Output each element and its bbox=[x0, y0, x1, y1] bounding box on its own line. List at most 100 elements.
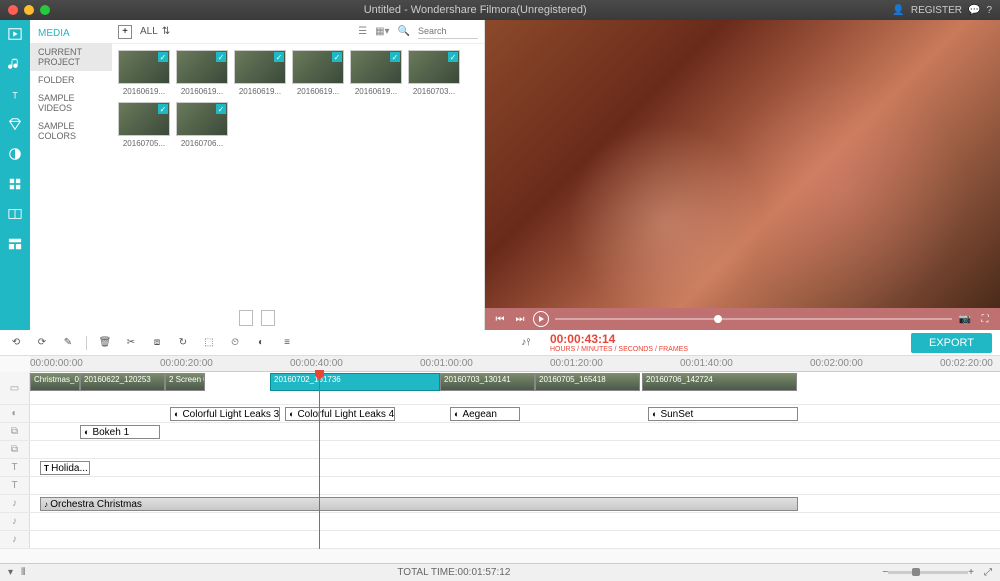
ruler-tick: 00:00:40:00 bbox=[290, 358, 343, 369]
elements-tab-icon[interactable] bbox=[7, 176, 23, 192]
close-window[interactable] bbox=[8, 5, 18, 15]
marker-icon[interactable]: ⦀ bbox=[21, 567, 25, 578]
media-thumb[interactable]: 20160703... bbox=[408, 50, 460, 96]
tree-folder[interactable]: FOLDER bbox=[30, 71, 112, 89]
filters-tab-icon[interactable] bbox=[7, 116, 23, 132]
chevron-updown-icon: ⇅ bbox=[162, 26, 170, 37]
filter-clip[interactable]: SunSet bbox=[648, 407, 798, 421]
title-clip[interactable]: Holida... bbox=[40, 461, 90, 475]
media-thumb[interactable]: 20160619... bbox=[176, 50, 228, 96]
grid-view-icon[interactable]: ▦▾ bbox=[375, 26, 389, 37]
pip-clip[interactable]: Bokeh 1 bbox=[80, 425, 160, 439]
timeline: ▭ Christmas_0720160622_1202532 Screen 0 2… bbox=[0, 372, 1000, 549]
pip-track-icon[interactable]: ⧉ bbox=[0, 423, 30, 440]
pip-lane[interactable]: Bokeh 1 bbox=[30, 423, 1000, 440]
video-lane[interactable]: Christmas_0720160622_1202532 Screen 0 201… bbox=[30, 372, 1000, 404]
video-clip[interactable]: 20160702_131736 bbox=[270, 373, 440, 391]
rotate-icon[interactable]: ↻ bbox=[175, 335, 191, 351]
record-icon[interactable]: ⬚ bbox=[201, 335, 217, 351]
user-icon: 👤 bbox=[892, 5, 904, 16]
collapse-icon[interactable]: ▾ bbox=[8, 567, 13, 578]
fullscreen-icon[interactable]: ⛶ bbox=[978, 312, 992, 326]
video-track: ▭ Christmas_0720160622_1202532 Screen 0 2… bbox=[0, 372, 1000, 405]
filter-dropdown[interactable]: ALL⇅ bbox=[140, 26, 170, 37]
add-media-button[interactable]: + bbox=[118, 25, 132, 39]
titlebar: Untitled - Wondershare Filmora(Unregiste… bbox=[0, 0, 1000, 20]
search-input[interactable] bbox=[418, 25, 478, 39]
audio-clip[interactable]: ♪ Orchestra Christmas bbox=[40, 497, 798, 511]
minimize-window[interactable] bbox=[24, 5, 34, 15]
fit-icon[interactable]: ⤢ bbox=[984, 567, 992, 578]
media-thumb[interactable]: 20160706... bbox=[176, 102, 228, 148]
delete-icon[interactable] bbox=[261, 310, 275, 326]
audio-lane[interactable]: ♪ Orchestra Christmas bbox=[30, 495, 1000, 512]
video-clip[interactable]: 20160705_165418 bbox=[535, 373, 640, 391]
video-clip[interactable]: 2 Screen 0 bbox=[165, 373, 205, 391]
tree-current-project[interactable]: CURRENT PROJECT bbox=[30, 43, 112, 71]
zoom-slider[interactable] bbox=[888, 571, 968, 574]
timeline-ruler[interactable]: 00:00:00:00 00:00:20:00 00:00:40:00 00:0… bbox=[30, 356, 1000, 372]
filter-clip[interactable]: Colorful Light Leaks 4 bbox=[285, 407, 395, 421]
undo-icon[interactable]: ⟲ bbox=[8, 335, 24, 351]
tree-sample-videos[interactable]: SAMPLE VIDEOS bbox=[30, 89, 112, 117]
bottom-bar: ▾ ⦀ TOTAL TIME:00:01:57:12 − + ⤢ bbox=[0, 563, 1000, 581]
text-lane[interactable]: Holida... bbox=[30, 459, 1000, 476]
text-track-icon[interactable]: T bbox=[0, 459, 30, 476]
svg-text:T: T bbox=[12, 90, 18, 100]
media-thumb[interactable]: 20160619... bbox=[234, 50, 286, 96]
tree-sample-colors[interactable]: SAMPLE COLORS bbox=[30, 117, 112, 145]
text-tab-icon[interactable]: T bbox=[7, 86, 23, 102]
color-icon[interactable]: ◐ bbox=[253, 335, 269, 351]
media-tab-icon[interactable] bbox=[7, 26, 23, 42]
new-folder-icon[interactable] bbox=[239, 310, 253, 326]
edit-icon[interactable]: ✎ bbox=[60, 335, 76, 351]
zoom-in-icon[interactable]: + bbox=[968, 567, 974, 578]
video-track-icon[interactable]: ▭ bbox=[0, 372, 30, 404]
video-clip[interactable]: Christmas_07 bbox=[30, 373, 80, 391]
play-button[interactable] bbox=[533, 311, 549, 327]
preview-progress[interactable] bbox=[555, 318, 952, 320]
media-thumb[interactable]: 20160619... bbox=[118, 50, 170, 96]
audio-track-icon[interactable]: ♪ bbox=[0, 495, 30, 512]
media-thumb[interactable]: 20160705... bbox=[118, 102, 170, 148]
help-icon[interactable]: ? bbox=[986, 5, 992, 16]
export-button[interactable]: EXPORT bbox=[911, 333, 992, 353]
adjust-icon[interactable]: ≡ bbox=[279, 335, 295, 351]
video-clip[interactable]: 20160706_142724 bbox=[642, 373, 797, 391]
register-link[interactable]: REGISTER bbox=[911, 5, 962, 16]
video-clip[interactable]: 20160703_130141 bbox=[440, 373, 535, 391]
filter-clip[interactable]: Aegean bbox=[450, 407, 520, 421]
splitscreen-tab-icon[interactable] bbox=[7, 206, 23, 222]
crop-icon[interactable]: ⧈ bbox=[149, 335, 165, 351]
media-toolbar: + ALL⇅ ☰ ▦▾ 🔍 bbox=[112, 20, 484, 44]
layout-tab-icon[interactable] bbox=[7, 236, 23, 252]
audio-tab-icon[interactable] bbox=[7, 56, 23, 72]
video-clip[interactable]: 20160622_120253 bbox=[80, 373, 165, 391]
chat-icon[interactable]: 💬 bbox=[968, 5, 980, 16]
preview-video[interactable] bbox=[485, 20, 1000, 308]
timecode-label: HOURS / MINUTES / SECONDS / FRAMES bbox=[550, 346, 688, 353]
text-track-icon[interactable]: T bbox=[0, 477, 30, 494]
media-thumb[interactable]: 20160619... bbox=[292, 50, 344, 96]
delete-clip-icon[interactable]: 🗑 bbox=[97, 335, 113, 351]
redo-icon[interactable]: ⟳ bbox=[34, 335, 50, 351]
audio-mixer-icon[interactable]: ♪⫯ bbox=[518, 335, 534, 351]
audio-track-icon[interactable]: ♪ bbox=[0, 531, 30, 548]
media-footer bbox=[30, 306, 484, 330]
list-view-icon[interactable]: ☰ bbox=[358, 26, 367, 37]
next-frame-icon[interactable]: ⏭ bbox=[513, 312, 527, 326]
filter-track-icon[interactable]: ◐ bbox=[0, 405, 30, 422]
overlays-tab-icon[interactable] bbox=[7, 146, 23, 162]
prev-frame-icon[interactable]: ⏮ bbox=[493, 312, 507, 326]
audio-track-icon[interactable]: ♪ bbox=[0, 513, 30, 530]
filter-lane[interactable]: Colorful Light Leaks 3 Colorful Light Lea… bbox=[30, 405, 1000, 422]
speed-icon[interactable]: ⏲ bbox=[227, 335, 243, 351]
cut-icon[interactable]: ✂ bbox=[123, 335, 139, 351]
media-thumb[interactable]: 20160619... bbox=[350, 50, 402, 96]
maximize-window[interactable] bbox=[40, 5, 50, 15]
ruler-tick: 00:01:00:00 bbox=[420, 358, 473, 369]
snapshot-icon[interactable]: 📷 bbox=[958, 312, 972, 326]
filter-clip[interactable]: Colorful Light Leaks 3 bbox=[170, 407, 280, 421]
pip-track-icon[interactable]: ⧉ bbox=[0, 441, 30, 458]
ruler-tick: 00:01:40:00 bbox=[680, 358, 733, 369]
